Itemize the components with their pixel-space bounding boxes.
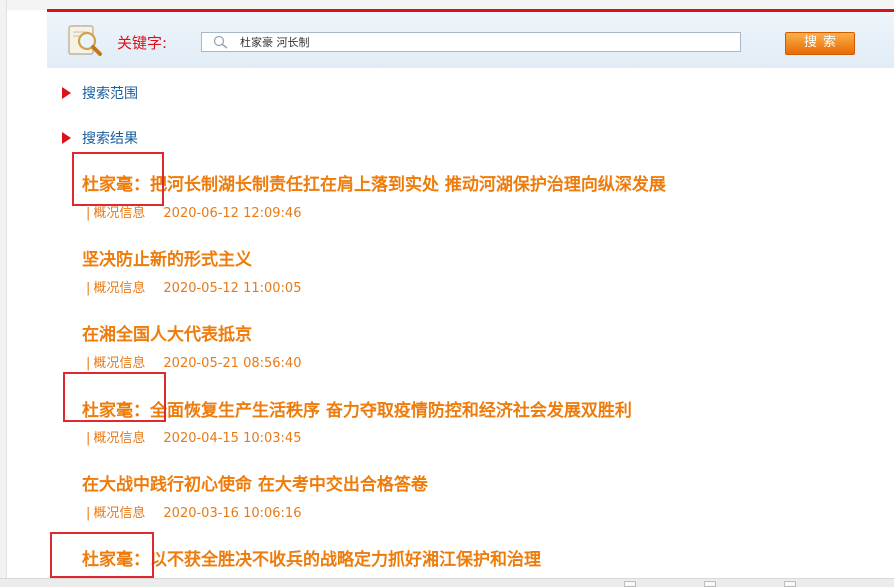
section-search-results: 搜索结果 bbox=[62, 128, 138, 148]
search-bar: 关键字: 搜索 bbox=[47, 12, 894, 68]
annotation-box bbox=[63, 372, 166, 422]
search-button[interactable]: 搜索 bbox=[785, 32, 855, 55]
red-arrow-icon bbox=[62, 87, 71, 99]
annotation-box bbox=[72, 152, 164, 206]
search-magnifier-logo-icon bbox=[68, 25, 102, 56]
result-date: 2020-03-16 10:06:16 bbox=[163, 506, 302, 521]
search-keyword-label: 关键字: bbox=[117, 34, 168, 52]
result-category[interactable]: 概况信息 bbox=[93, 431, 145, 446]
result-meta: | 概况信息 2020-03-16 10:06:16 bbox=[86, 506, 302, 521]
result-meta: | 概况信息 2020-04-15 10:03:45 bbox=[86, 431, 302, 446]
result-date: 2020-05-21 08:56:40 bbox=[163, 356, 302, 371]
result-date: 2020-05-12 11:00:05 bbox=[163, 281, 302, 296]
search-input[interactable] bbox=[201, 32, 741, 52]
result-category[interactable]: 概况信息 bbox=[93, 281, 145, 296]
section-results-label: 搜索结果 bbox=[82, 131, 138, 147]
left-edge-panel bbox=[0, 0, 7, 586]
result-title-link[interactable]: 在湘全国人大代表抵京 bbox=[82, 320, 252, 345]
result-title-link[interactable]: 坚决防止新的形式主义 bbox=[82, 245, 252, 270]
result-meta: | 概况信息 2020-05-12 11:00:05 bbox=[86, 281, 302, 296]
annotation-box bbox=[50, 532, 154, 578]
section-scope-label: 搜索范围 bbox=[82, 86, 138, 102]
result-title-link[interactable]: 在大战中践行初心使命 在大考中交出合格答卷 bbox=[82, 470, 428, 495]
result-category[interactable]: 概况信息 bbox=[93, 356, 145, 371]
red-arrow-icon bbox=[62, 132, 71, 144]
result-title-link[interactable]: 杜家毫：把河长制湖长制责任扛在肩上落到实处 推动河湖保护治理向纵深发展 bbox=[82, 170, 666, 195]
result-date: 2020-04-15 10:03:45 bbox=[163, 431, 302, 446]
search-icon bbox=[213, 35, 228, 49]
result-category[interactable]: 概况信息 bbox=[93, 206, 145, 221]
result-category[interactable]: 概况信息 bbox=[93, 506, 145, 521]
section-search-scope[interactable]: 搜索范围 bbox=[62, 83, 138, 103]
result-date: 2020-06-12 12:09:46 bbox=[163, 206, 302, 221]
result-meta: | 概况信息 2020-05-21 08:56:40 bbox=[86, 356, 302, 371]
